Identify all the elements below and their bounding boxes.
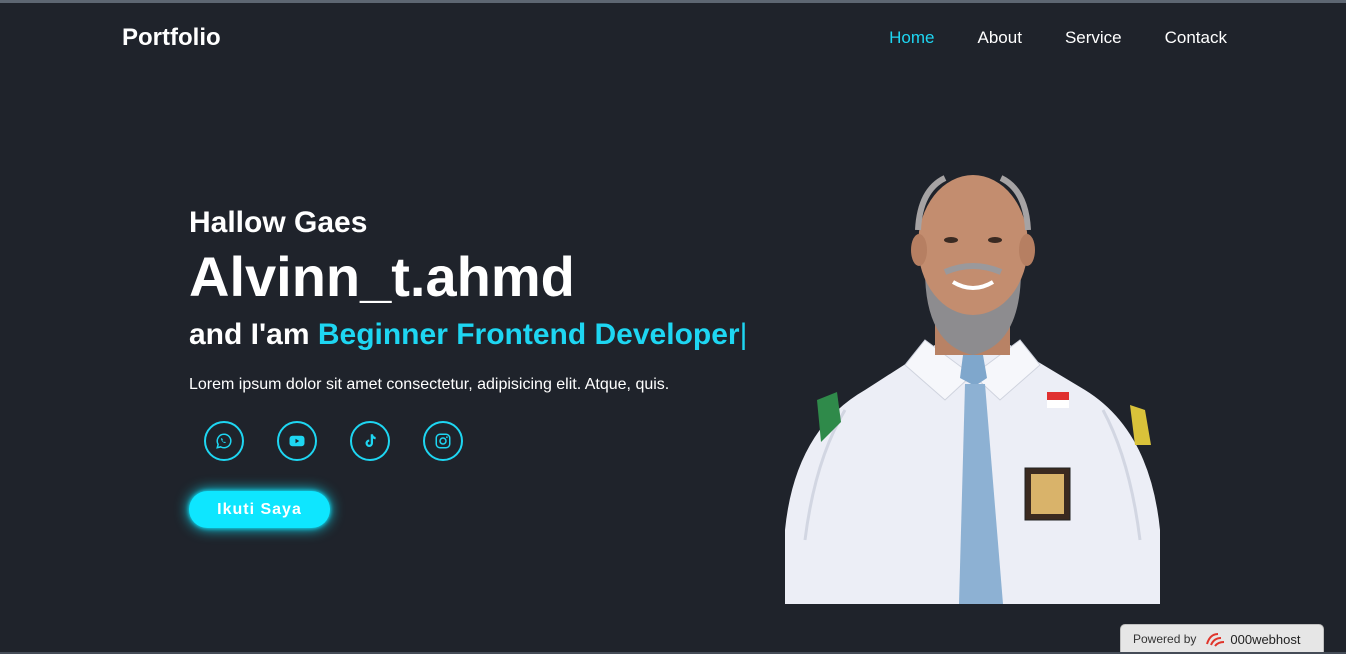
typing-cursor: | [739,318,748,351]
000webhost-logo-icon [1206,633,1225,647]
badge-brand: 000webhost [1230,631,1301,647]
role-highlight: Beginner Frontend Developer [317,318,740,351]
hero-section: Hallow Gaes Alvinn_t.ahmd and I'am Begin… [189,205,789,395]
hero-greeting: Hallow Gaes [189,206,368,239]
nav-service[interactable]: Service [1065,28,1122,48]
role-prefix: and I'am [189,318,318,351]
nav-about[interactable]: About [978,28,1022,48]
instagram-icon [435,433,451,449]
social-links [204,421,496,461]
follow-button[interactable]: Ikuti Saya [189,491,330,528]
tiktok-link[interactable] [350,421,390,461]
hero-description: Lorem ipsum dolor sit amet consectetur, … [189,376,670,393]
whatsapp-link[interactable] [204,421,244,461]
youtube-link[interactable] [277,421,317,461]
site-logo[interactable]: Portfolio [122,24,221,52]
hero-role: and I'am Beginner Frontend Developer| [189,315,789,355]
powered-by-badge[interactable]: Powered by 000webhost [1120,624,1324,654]
tiktok-icon [365,434,376,447]
whatsapp-icon [216,433,232,449]
profile-photo [785,175,1160,604]
hero-name: Alvinn_t.ahmd [189,245,575,308]
badge-prefix: Powered by [1133,632,1197,646]
main-nav: Home About Service Contack [846,28,1227,48]
window-top-border [0,0,1346,3]
youtube-icon [289,435,305,447]
instagram-link[interactable] [423,421,463,461]
nav-home[interactable]: Home [889,28,934,48]
nav-contact[interactable]: Contack [1165,28,1227,48]
